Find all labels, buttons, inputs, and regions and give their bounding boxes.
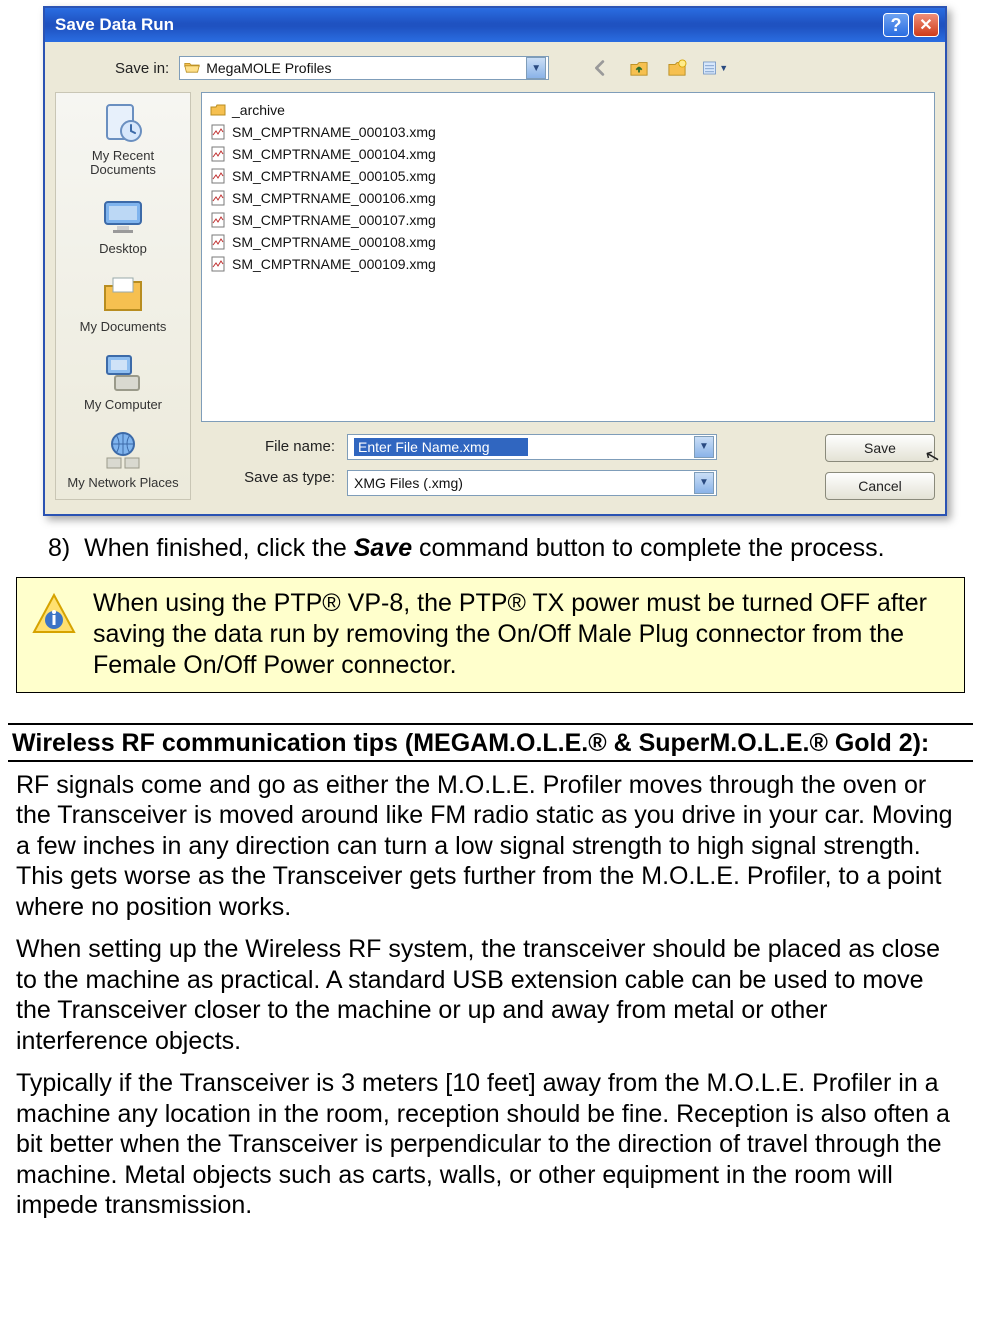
save-in-row: Save in: MegaMOLE Profiles ▼ <box>55 50 935 92</box>
desktop-icon <box>101 194 145 238</box>
close-button[interactable]: ✕ <box>913 13 939 37</box>
info-note-box: When using the PTP® VP-8, the PTP® TX po… <box>16 577 965 693</box>
xmg-file-icon <box>210 124 226 140</box>
list-item[interactable]: SM_CMPTRNAME_000108.xmg <box>210 231 926 253</box>
chevron-down-icon: ▼ <box>719 63 728 73</box>
file-name-label: File name: <box>265 438 335 455</box>
chevron-down-icon[interactable]: ▼ <box>694 436 714 458</box>
paragraph-2: When setting up the Wireless RF system, … <box>16 934 965 1056</box>
xmg-file-icon <box>210 168 226 184</box>
places-bar: My Recent Documents Desktop My Documents <box>55 92 191 500</box>
xmg-file-icon <box>210 190 226 206</box>
file-name-value: Enter File Name.xmg <box>354 438 528 456</box>
list-item[interactable]: _archive <box>210 99 926 121</box>
save-as-type-label: Save as type: <box>244 469 335 486</box>
folder-open-icon <box>184 61 200 75</box>
new-folder-button[interactable] <box>663 54 691 82</box>
my-computer-icon <box>101 350 145 394</box>
chevron-down-icon[interactable]: ▼ <box>526 57 546 79</box>
list-item[interactable]: SM_CMPTRNAME_000107.xmg <box>210 209 926 231</box>
places-network[interactable]: My Network Places <box>64 428 182 490</box>
recent-documents-icon <box>101 101 145 145</box>
list-item[interactable]: SM_CMPTRNAME_000106.xmg <box>210 187 926 209</box>
cancel-button[interactable]: Cancel <box>825 472 935 500</box>
save-in-value: MegaMOLE Profiles <box>206 60 526 76</box>
up-one-level-button[interactable] <box>625 54 653 82</box>
views-button[interactable]: ▼ <box>701 54 729 82</box>
save-as-type-select[interactable]: XMG Files (.xmg) ▼ <box>347 470 717 496</box>
list-item[interactable]: SM_CMPTRNAME_000109.xmg <box>210 253 926 275</box>
places-mydocs[interactable]: My Documents <box>64 272 182 334</box>
my-network-places-icon <box>101 428 145 472</box>
save-dialog: Save Data Run ? ✕ Save in: MegaMOLE Prof… <box>43 6 947 516</box>
help-button[interactable]: ? <box>883 13 909 37</box>
folder-icon <box>210 102 226 118</box>
dialog-title: Save Data Run <box>51 15 883 35</box>
places-recent[interactable]: My Recent Documents <box>64 101 182 178</box>
file-list-pane[interactable]: _archive SM_CMPTRNAME_000103.xmg SM_CMPT… <box>201 92 935 422</box>
list-item[interactable]: SM_CMPTRNAME_000105.xmg <box>210 165 926 187</box>
cursor-icon: ↖ <box>922 444 942 468</box>
list-item[interactable]: SM_CMPTRNAME_000103.xmg <box>210 121 926 143</box>
xmg-file-icon <box>210 146 226 162</box>
file-name-input[interactable]: Enter File Name.xmg ▼ <box>347 434 717 460</box>
paragraph-3: Typically if the Transceiver is 3 meters… <box>16 1068 965 1221</box>
paragraph-1: RF signals come and go as either the M.O… <box>16 770 965 923</box>
xmg-file-icon <box>210 212 226 228</box>
dialog-titlebar[interactable]: Save Data Run ? ✕ <box>45 8 945 42</box>
info-warning-icon <box>31 592 77 638</box>
section-heading-rf-tips: Wireless RF communication tips (MEGAM.O.… <box>8 723 973 762</box>
chevron-down-icon[interactable]: ▼ <box>694 472 714 494</box>
info-note-text: When using the PTP® VP-8, the PTP® TX po… <box>93 588 950 682</box>
xmg-file-icon <box>210 256 226 272</box>
list-item[interactable]: SM_CMPTRNAME_000104.xmg <box>210 143 926 165</box>
places-desktop[interactable]: Desktop <box>64 194 182 256</box>
step-8-text: 8) When finished, click the Save command… <box>48 534 973 563</box>
save-button[interactable]: Save ↖ <box>825 434 935 462</box>
save-in-label: Save in: <box>115 60 169 77</box>
my-documents-icon <box>101 272 145 316</box>
back-button[interactable] <box>587 54 615 82</box>
places-mycomputer[interactable]: My Computer <box>64 350 182 412</box>
save-as-type-value: XMG Files (.xmg) <box>354 475 694 491</box>
xmg-file-icon <box>210 234 226 250</box>
save-in-combo[interactable]: MegaMOLE Profiles ▼ <box>179 56 549 80</box>
